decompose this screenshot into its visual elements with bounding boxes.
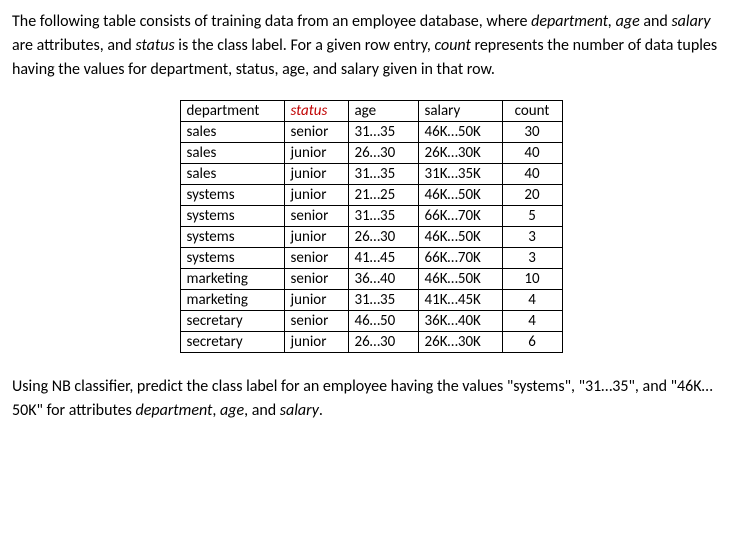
cell-count: 20 [502,185,562,206]
table-row: systems junior 21…25 46K…50K 20 [180,185,562,206]
cell-salary: 26K…30K [418,332,502,353]
cell-age: 21…25 [348,185,418,206]
cell-age: 26…30 [348,143,418,164]
cell-age: 26…30 [348,332,418,353]
cell-salary: 41K…45K [418,290,502,311]
intro-attr-salary: salary [671,12,710,31]
header-status: status [284,101,348,122]
table-row: systems junior 26…30 46K…50K 3 [180,227,562,248]
cell-status: junior [284,185,348,206]
cell-status: junior [284,227,348,248]
question-paragraph: Using NB classifier, predict the class l… [12,375,730,423]
table-row: secretary junior 26…30 26K…30K 6 [180,332,562,353]
table-row: sales junior 26…30 26K…30K 40 [180,143,562,164]
header-count: count [502,101,562,122]
intro-attr-status: status [135,36,174,55]
intro-text: are attributes, and [12,36,135,55]
table-row: systems senior 31…35 66K…70K 5 [180,206,562,227]
question-text: . [319,401,323,420]
question-text: , and [244,401,280,420]
intro-attr-dept-age: department, age [531,12,640,31]
cell-department: secretary [180,311,284,332]
intro-attr-count: count [434,36,470,55]
cell-salary: 46K…50K [418,185,502,206]
question-attr-department: department [136,401,213,420]
cell-count: 40 [502,143,562,164]
question-attr-salary: salary [280,401,319,420]
table-row: secretary senior 46…50 36K…40K 4 [180,311,562,332]
cell-department: marketing [180,290,284,311]
cell-status: senior [284,122,348,143]
table-container: department status age salary count sales… [12,100,730,353]
cell-count: 40 [502,164,562,185]
cell-count: 3 [502,227,562,248]
cell-salary: 26K…30K [418,143,502,164]
cell-status: junior [284,290,348,311]
cell-salary: 66K…70K [418,248,502,269]
cell-count: 4 [502,290,562,311]
intro-text: and [640,12,672,31]
table-row: sales senior 31…35 46K…50K 30 [180,122,562,143]
table-row: systems senior 41…45 66K…70K 3 [180,248,562,269]
header-age: age [348,101,418,122]
intro-paragraph: The following table consists of training… [12,10,730,82]
cell-count: 3 [502,248,562,269]
question-text: , [212,401,220,420]
cell-count: 5 [502,206,562,227]
cell-status: senior [284,206,348,227]
cell-department: systems [180,206,284,227]
table-row: marketing senior 36…40 46K…50K 10 [180,269,562,290]
header-department: department [180,101,284,122]
cell-department: systems [180,185,284,206]
cell-status: senior [284,311,348,332]
cell-age: 31…35 [348,206,418,227]
cell-age: 31…35 [348,122,418,143]
cell-salary: 66K…70K [418,206,502,227]
cell-age: 31…35 [348,164,418,185]
data-table: department status age salary count sales… [180,100,563,353]
question-text: Using NB classifier, predict the class l… [12,377,713,420]
cell-age: 46…50 [348,311,418,332]
cell-count: 10 [502,269,562,290]
question-attr-age: age [220,401,244,420]
cell-status: senior [284,269,348,290]
cell-department: sales [180,143,284,164]
cell-salary: 46K…50K [418,227,502,248]
cell-status: junior [284,332,348,353]
cell-count: 30 [502,122,562,143]
header-salary: salary [418,101,502,122]
cell-status: junior [284,164,348,185]
cell-department: marketing [180,269,284,290]
cell-count: 4 [502,311,562,332]
cell-department: sales [180,164,284,185]
cell-status: junior [284,143,348,164]
cell-salary: 46K…50K [418,269,502,290]
cell-salary: 46K…50K [418,122,502,143]
cell-department: systems [180,227,284,248]
cell-status: senior [284,248,348,269]
cell-salary: 36K…40K [418,311,502,332]
cell-age: 26…30 [348,227,418,248]
cell-age: 41…45 [348,248,418,269]
table-row: sales junior 31…35 31K…35K 40 [180,164,562,185]
table-header-row: department status age salary count [180,101,562,122]
cell-department: sales [180,122,284,143]
cell-age: 31…35 [348,290,418,311]
cell-age: 36…40 [348,269,418,290]
cell-count: 6 [502,332,562,353]
cell-salary: 31K…35K [418,164,502,185]
table-row: marketing junior 31…35 41K…45K 4 [180,290,562,311]
cell-department: secretary [180,332,284,353]
intro-text: is the class label. For a given row entr… [175,36,435,55]
cell-department: systems [180,248,284,269]
intro-text: The following table consists of training… [12,12,531,31]
